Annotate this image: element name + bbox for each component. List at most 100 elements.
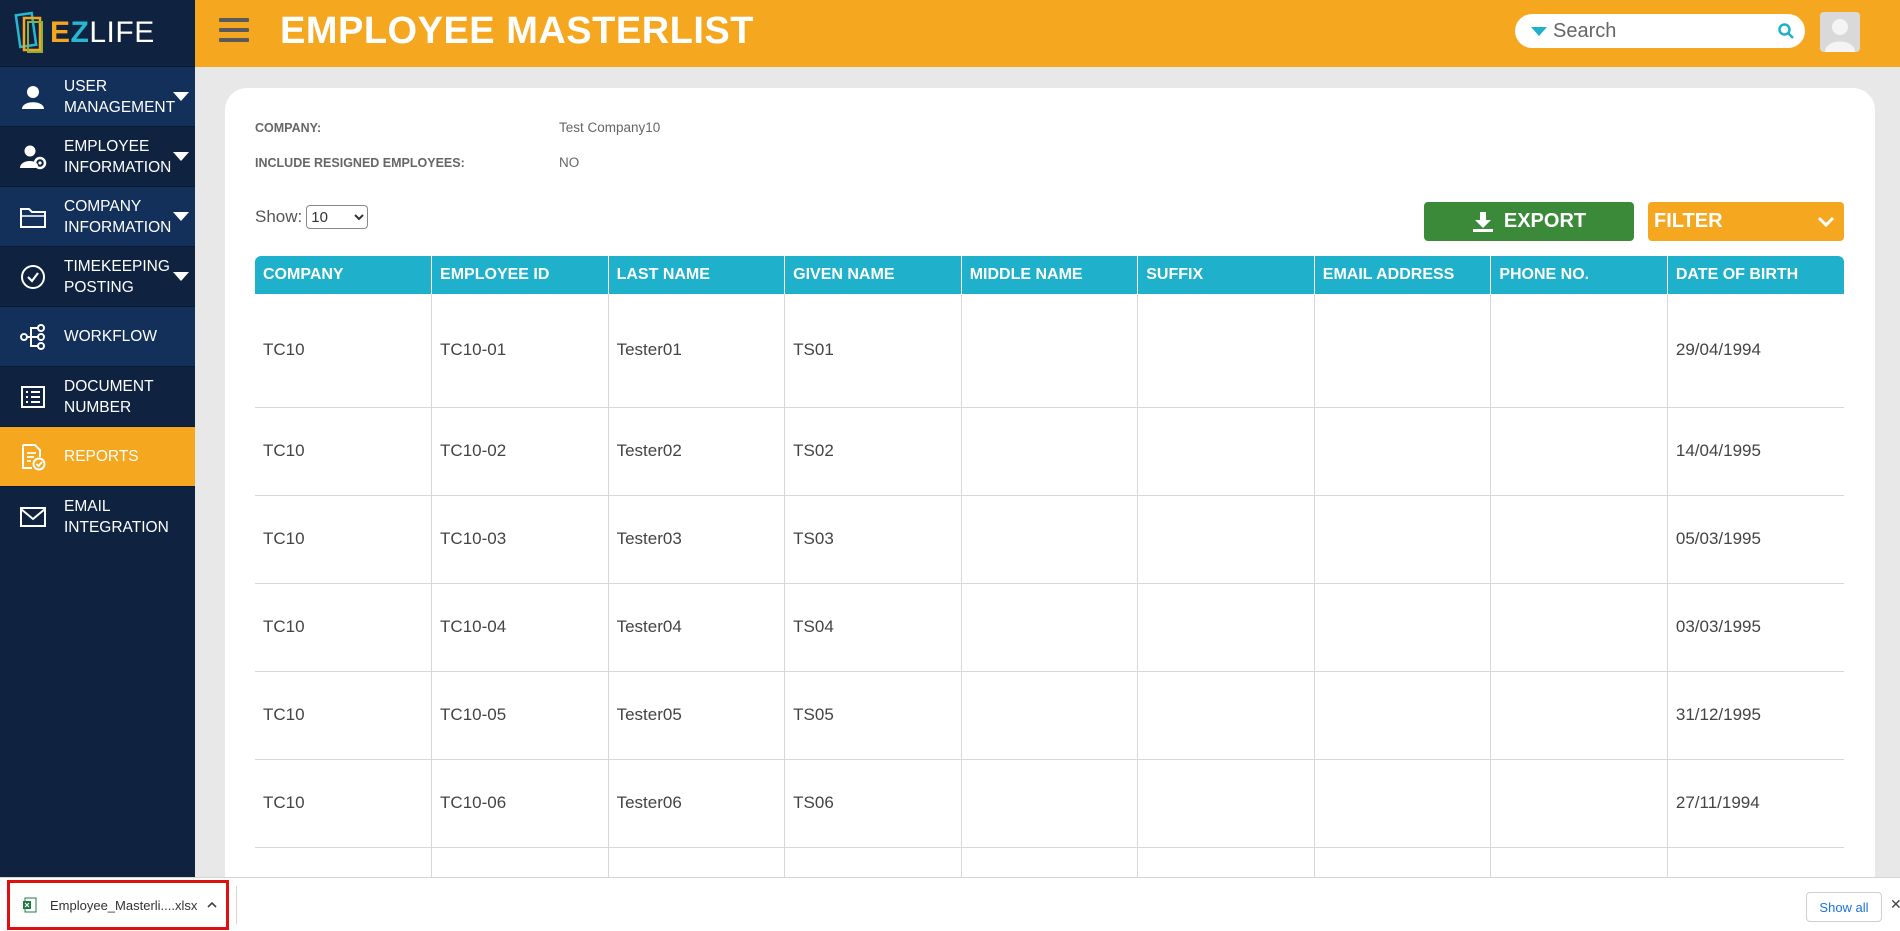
table-cell bbox=[1490, 671, 1668, 760]
label-line2: POSTING bbox=[64, 278, 134, 296]
table-cell: Tester06 bbox=[608, 759, 786, 848]
table-row: TC10 TC10-04 Tester04 TS04 03/03/1995 bbox=[255, 583, 1844, 672]
company-value: Test Company10 bbox=[559, 120, 661, 135]
table-cell bbox=[1314, 671, 1492, 760]
filter-dropdown-button[interactable]: FILTER bbox=[1648, 202, 1844, 241]
page-size-control: Show: 10 bbox=[255, 205, 369, 229]
column-header-last-name[interactable]: LAST NAME bbox=[608, 256, 786, 294]
column-header-company[interactable]: COMPANY bbox=[255, 256, 433, 294]
search-icon[interactable] bbox=[1777, 22, 1795, 40]
employee-table: COMPANY EMPLOYEE ID LAST NAME GIVEN NAME… bbox=[255, 256, 1844, 931]
sidebar-item-user-management[interactable]: USER MANAGEMENT bbox=[0, 66, 195, 126]
logo-word-life: LIFE bbox=[89, 16, 155, 49]
table-cell: TC10 bbox=[255, 495, 433, 584]
sidebar-item-document-number[interactable]: DOCUMENT NUMBER bbox=[0, 366, 195, 426]
label-line2: INFORMATION bbox=[64, 218, 172, 236]
column-header-email-address[interactable]: EMAIL ADDRESS bbox=[1314, 256, 1492, 294]
sidebar-item-label: DOCUMENT NUMBER bbox=[64, 376, 174, 418]
search-dropdown-caret-icon[interactable] bbox=[1531, 27, 1547, 36]
label-line1: EMAIL bbox=[64, 497, 111, 515]
export-button[interactable]: EXPORT bbox=[1424, 202, 1634, 241]
sidebar-item-label: EMAIL INTEGRATION bbox=[64, 496, 174, 538]
download-item[interactable]: Employee_Masterli....xlsx bbox=[7, 880, 229, 930]
report-card: COMPANY: Test Company10 INCLUDE RESIGNED… bbox=[225, 88, 1875, 931]
table-cell: Tester04 bbox=[608, 583, 786, 672]
table-cell: TC10 bbox=[255, 294, 433, 408]
table-cell bbox=[961, 495, 1139, 584]
label-line1: TIMEKEEPING bbox=[64, 257, 170, 275]
label-line2: INTEGRATION bbox=[64, 518, 169, 536]
chevron-down-icon bbox=[1817, 216, 1835, 228]
table-cell: TS05 bbox=[784, 671, 962, 760]
sidebar-item-timekeeping-posting[interactable]: TIMEKEEPING POSTING bbox=[0, 246, 195, 306]
sidebar-item-reports[interactable]: REPORTS bbox=[0, 426, 195, 486]
logo[interactable]: EZLIFE bbox=[0, 0, 195, 66]
table-cell: TS06 bbox=[784, 759, 962, 848]
table-cell bbox=[1490, 583, 1668, 672]
table-row: TC10 TC10-06 Tester06 TS06 27/11/1994 bbox=[255, 759, 1844, 848]
table-body: TC10 TC10-01 Tester01 TS01 29/04/1994 TC… bbox=[255, 294, 1844, 931]
column-header-date-of-birth[interactable]: DATE OF BIRTH bbox=[1667, 256, 1844, 294]
search-input[interactable] bbox=[1553, 18, 1773, 44]
logo-text: EZLIFE bbox=[50, 16, 155, 50]
workflow-icon bbox=[18, 322, 48, 352]
logo-letter-z: Z bbox=[70, 16, 90, 49]
table-cell bbox=[961, 759, 1139, 848]
column-header-employee-id[interactable]: EMPLOYEE ID bbox=[431, 256, 609, 294]
download-icon bbox=[1472, 211, 1493, 232]
column-header-suffix[interactable]: SUFFIX bbox=[1137, 256, 1315, 294]
envelope-icon bbox=[18, 502, 48, 532]
chevron-up-icon[interactable] bbox=[206, 899, 218, 911]
logo-mark-icon bbox=[14, 11, 43, 53]
sidebar-item-label: EMPLOYEE INFORMATION bbox=[64, 136, 174, 178]
chevron-down-icon[interactable] bbox=[173, 151, 189, 161]
table-cell: 14/04/1995 bbox=[1667, 407, 1844, 496]
table-cell bbox=[961, 671, 1139, 760]
label-line1: DOCUMENT bbox=[64, 377, 154, 395]
download-file-name: Employee_Masterli....xlsx bbox=[50, 897, 198, 913]
chevron-down-icon[interactable] bbox=[173, 211, 189, 221]
chevron-down-icon[interactable] bbox=[173, 91, 189, 101]
filter-label: FILTER bbox=[1654, 210, 1723, 232]
table-cell bbox=[1314, 583, 1492, 672]
column-header-middle-name[interactable]: MIDDLE NAME bbox=[961, 256, 1139, 294]
table-cell: TC10-02 bbox=[431, 407, 609, 496]
logo-letter-e: E bbox=[50, 16, 71, 49]
column-header-phone-no[interactable]: PHONE NO. bbox=[1490, 256, 1668, 294]
hamburger-menu-icon[interactable] bbox=[219, 18, 249, 46]
show-all-button[interactable]: Show all bbox=[1806, 892, 1882, 922]
table-cell: 05/03/1995 bbox=[1667, 495, 1844, 584]
sidebar-item-label: REPORTS bbox=[64, 448, 139, 465]
excel-file-icon bbox=[23, 897, 37, 913]
folder-icon bbox=[18, 202, 48, 232]
sidebar-item-label: TIMEKEEPING POSTING bbox=[64, 256, 174, 298]
column-header-given-name[interactable]: GIVEN NAME bbox=[784, 256, 962, 294]
top-header: EMPLOYEE MASTERLIST bbox=[195, 0, 1900, 67]
label-line1: COMPANY bbox=[64, 197, 142, 215]
page-size-select[interactable]: 10 bbox=[306, 205, 369, 229]
download-bar: Employee_Masterli....xlsx Show all ✕ bbox=[0, 877, 1900, 931]
table-cell: TS01 bbox=[784, 294, 962, 408]
search-box bbox=[1515, 14, 1805, 48]
chevron-down-icon[interactable] bbox=[173, 271, 189, 281]
close-icon[interactable]: ✕ bbox=[1890, 896, 1900, 913]
user-icon bbox=[18, 82, 48, 112]
sidebar-item-company-information[interactable]: COMPANY INFORMATION bbox=[0, 186, 195, 246]
table-cell: TC10-05 bbox=[431, 671, 609, 760]
sidebar-item-employee-information[interactable]: EMPLOYEE INFORMATION bbox=[0, 126, 195, 186]
sidebar-item-workflow[interactable]: WORKFLOW bbox=[0, 306, 195, 366]
sidebar-item-label: WORKFLOW bbox=[64, 328, 157, 345]
sidebar: EZLIFE USER MANAGEMENT EMPLOYEE INFORMATIO… bbox=[0, 0, 195, 931]
table-cell: Tester02 bbox=[608, 407, 786, 496]
sidebar-item-email-integration[interactable]: EMAIL INTEGRATION bbox=[0, 486, 195, 546]
table-cell: TC10-04 bbox=[431, 583, 609, 672]
table-cell: TC10 bbox=[255, 407, 433, 496]
table-header-row: COMPANY EMPLOYEE ID LAST NAME GIVEN NAME… bbox=[255, 256, 1844, 294]
export-label: EXPORT bbox=[1503, 210, 1587, 232]
include-resigned-label: INCLUDE RESIGNED EMPLOYEES: bbox=[255, 156, 465, 170]
avatar[interactable] bbox=[1820, 12, 1860, 52]
table-cell bbox=[961, 583, 1139, 672]
table-cell: TS02 bbox=[784, 407, 962, 496]
table-cell bbox=[1490, 407, 1668, 496]
show-label: Show: bbox=[255, 207, 303, 226]
